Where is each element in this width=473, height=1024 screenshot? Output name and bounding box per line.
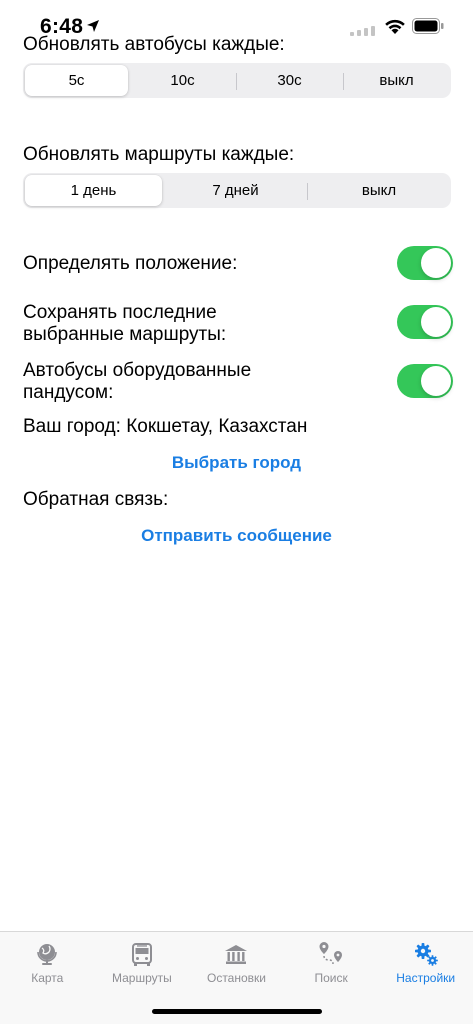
gears-icon <box>414 943 438 966</box>
feedback-label: Обратная связь: <box>23 489 169 510</box>
current-city-text: Ваш город: Кокшетау, Казахстан <box>23 416 308 437</box>
bus-refresh-option-10s[interactable]: 10с <box>130 65 235 96</box>
save-routes-toggle-label: Сохранять последние выбранные маршруты: <box>23 302 227 345</box>
bus-refresh-segmented-control: 5с 10с 30с выкл <box>23 63 451 98</box>
ramp-buses-toggle[interactable] <box>397 364 453 398</box>
battery-icon <box>412 18 444 34</box>
location-toggle-label: Определять положение: <box>23 253 238 274</box>
bus-icon <box>131 943 152 966</box>
route-refresh-label: Обновлять маршруты каждые: <box>23 144 295 165</box>
route-refresh-option-1-day[interactable]: 1 день <box>25 175 162 206</box>
tab-stops[interactable]: Остановки <box>189 932 284 992</box>
home-indicator <box>152 1009 322 1014</box>
bus-refresh-option-off[interactable]: выкл <box>344 65 449 96</box>
route-refresh-segmented-control: 1 день 7 дней выкл <box>23 173 451 208</box>
tab-map[interactable]: Карта <box>0 932 95 992</box>
tab-label: Маршруты <box>112 971 172 985</box>
globe-icon <box>37 944 58 965</box>
toggle-knob <box>421 366 451 396</box>
tab-label: Карта <box>31 971 64 985</box>
choose-city-button[interactable]: Выбрать город <box>0 453 473 473</box>
bus-refresh-label: Обновлять автобусы каждые: <box>23 34 285 55</box>
building-columns-icon <box>225 945 248 964</box>
bus-refresh-option-5s[interactable]: 5с <box>25 65 128 96</box>
route-refresh-option-off[interactable]: выкл <box>309 175 449 206</box>
segment-divider <box>307 183 308 200</box>
tab-label: Поиск <box>314 971 348 985</box>
route-refresh-option-7-days[interactable]: 7 дней <box>165 175 306 206</box>
location-arrow-icon <box>87 20 99 32</box>
settings-screen: 6:48 Обновлять автобусы каждые: 5с 10с 3… <box>0 0 473 1024</box>
wifi-icon <box>385 19 405 34</box>
tab-search[interactable]: Поиск <box>284 932 379 992</box>
tab-routes[interactable]: Маршруты <box>95 932 190 992</box>
send-message-button[interactable]: Отправить сообщение <box>0 526 473 546</box>
save-routes-toggle[interactable] <box>397 305 453 339</box>
tab-label: Остановки <box>206 971 266 985</box>
route-pins-icon <box>319 942 343 965</box>
tab-settings[interactable]: Настройки <box>378 932 473 992</box>
toggle-knob <box>421 248 451 278</box>
location-toggle[interactable] <box>397 246 453 280</box>
tab-label: Настройки <box>396 971 456 985</box>
bus-refresh-option-30s[interactable]: 30с <box>237 65 342 96</box>
cellular-signal-icon <box>350 24 380 36</box>
ramp-buses-toggle-label: Автобусы оборудованные пандусом: <box>23 360 252 403</box>
toggle-knob <box>421 307 451 337</box>
